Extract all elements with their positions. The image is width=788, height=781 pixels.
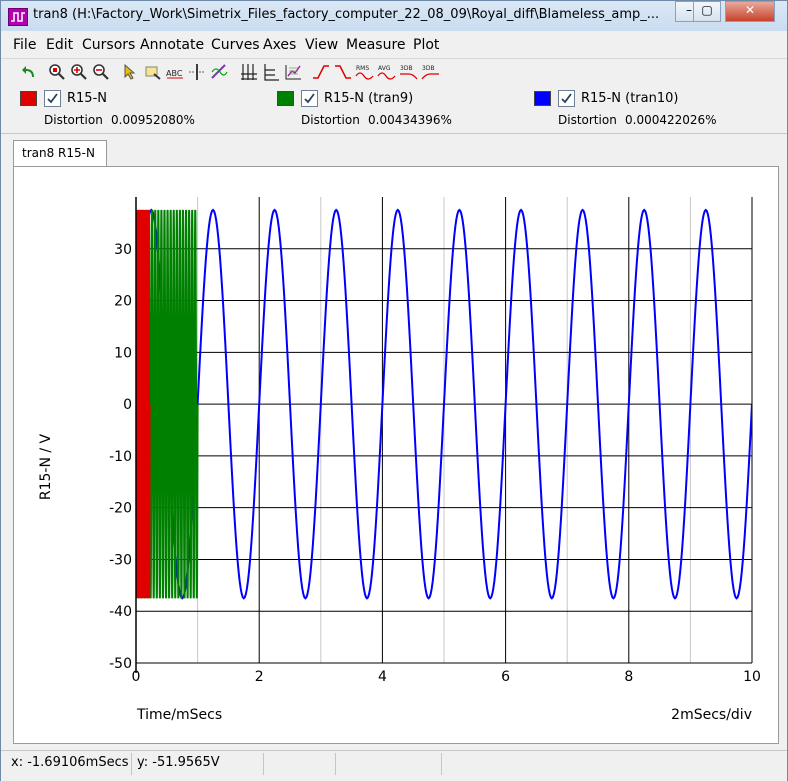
tab-label: tran8 R15-N — [22, 146, 95, 160]
grid-lines — [136, 197, 753, 664]
axes-icon[interactable] — [261, 62, 281, 82]
menu-bar: File Edit Cursors Annotate Curves Axes V… — [1, 34, 787, 56]
y-tick-label: -50 — [109, 656, 132, 672]
legend-measure-label-1: Distortion — [301, 113, 360, 127]
legend-measure-label-0: Distortion — [44, 113, 103, 127]
label-icon[interactable]: ABC — [165, 62, 185, 82]
y-tick-label: -30 — [109, 552, 132, 568]
series-line-0 — [136, 209, 151, 599]
cursor-align-icon[interactable] — [187, 62, 207, 82]
menu-curves[interactable]: Curves — [211, 37, 260, 53]
legend-name-1: R15-N (tran9) — [324, 91, 414, 106]
menu-plot[interactable]: Plot — [413, 37, 439, 53]
menu-cursors[interactable]: Cursors — [82, 37, 135, 53]
status-divider — [441, 753, 442, 775]
y-tick-label: -20 — [109, 501, 132, 517]
status-bar: x: -1.69106mSecs y: -51.9565V — [1, 750, 787, 781]
legend-checkbox-2[interactable] — [558, 90, 575, 107]
x-tick-label: 2 — [255, 669, 264, 685]
x-tick-label: 8 — [624, 669, 633, 685]
toolbar: ABC RMS AVG 3DB 3DB — [1, 58, 787, 85]
legend-measure-value-0: 0.00952080% — [111, 113, 195, 127]
avg-text: AVG — [378, 65, 391, 72]
fall-icon[interactable] — [333, 62, 353, 82]
legend-swatch-1[interactable] — [277, 91, 294, 106]
x-tick-label: 4 — [378, 669, 387, 685]
x-scale-note: 2mSecs/div — [671, 707, 752, 723]
legend-checkbox-0[interactable] — [44, 90, 61, 107]
zoom-box-icon[interactable] — [47, 62, 67, 82]
plot-panel[interactable]: 0 2 4 6 8 10 -50 -40 -30 -20 -10 0 10 20 30 R15-N / V … — [13, 166, 779, 744]
status-divider — [335, 753, 336, 775]
y-axis-label: R15-N / V — [38, 433, 54, 500]
menu-view[interactable]: View — [305, 37, 338, 53]
annotate-icon[interactable] — [143, 62, 163, 82]
close-button[interactable]: ✕ — [725, 1, 775, 22]
legend-area: R15-N Distortion 0.00952080% R15-N (tran… — [1, 85, 787, 134]
menu-measure[interactable]: Measure — [346, 37, 406, 53]
y-tick-label: 20 — [114, 294, 132, 310]
x-tick-label: 0 — [132, 669, 141, 685]
y-tick-label: -10 — [109, 449, 132, 465]
3db-text-1: 3DB — [400, 65, 413, 72]
y-tick-label: -40 — [109, 604, 132, 620]
waveform-chart[interactable]: 0 2 4 6 8 10-50-40-30-20-100102030 R15-N / V … — [14, 167, 778, 743]
measure-icon[interactable] — [209, 62, 229, 82]
y-tick-label: 10 — [114, 345, 132, 361]
rms-icon[interactable]: RMS — [355, 62, 375, 82]
undo-icon[interactable] — [19, 62, 39, 82]
zoom-in-icon[interactable] — [69, 62, 89, 82]
menu-axes[interactable]: Axes — [263, 37, 296, 53]
legend-swatch-0[interactable] — [20, 91, 37, 106]
app-window: tran8 (H:\Factory_Work\Simetrix_Files_fa… — [0, 0, 788, 781]
y-tick-label: 0 — [123, 397, 132, 413]
avg-icon[interactable]: AVG — [377, 62, 397, 82]
legend-name-2: R15-N (tran10) — [581, 91, 679, 106]
legend-measure-value-1: 0.00434396% — [368, 113, 452, 127]
legend-measure-label-2: Distortion — [558, 113, 617, 127]
plot-edit-icon[interactable] — [283, 62, 303, 82]
status-divider — [131, 753, 132, 775]
svg-text:ABC: ABC — [166, 69, 183, 78]
window-title: tran8 (H:\Factory_Work\Simetrix_Files_fa… — [33, 7, 660, 22]
grid-icon[interactable] — [239, 62, 259, 82]
zoom-out-icon[interactable] — [91, 62, 111, 82]
menu-file[interactable]: File — [13, 37, 36, 53]
rise-icon[interactable] — [311, 62, 331, 82]
3db-low-icon[interactable]: 3DB — [421, 62, 441, 82]
x-axis-label: Time/mSecs — [136, 707, 222, 723]
rms-text: RMS — [356, 65, 369, 72]
legend-measure-value-2: 0.000422026% — [625, 113, 717, 127]
menu-edit[interactable]: Edit — [46, 37, 73, 53]
status-x-readout: x: -1.69106mSecs — [11, 755, 129, 770]
maximize-button[interactable]: ▢ — [693, 1, 721, 22]
3db-high-icon[interactable]: 3DB — [399, 62, 419, 82]
y-tick-label: 30 — [114, 242, 132, 258]
menu-annotate[interactable]: Annotate — [140, 37, 204, 53]
legend-name-0: R15-N — [67, 91, 107, 106]
cursor-icon[interactable] — [121, 62, 141, 82]
x-tick-label: 10 — [743, 669, 761, 685]
status-y-readout: y: -51.9565V — [137, 755, 220, 770]
status-divider — [263, 753, 264, 775]
legend-swatch-2[interactable] — [534, 91, 551, 106]
simetrix-app-icon — [8, 8, 28, 26]
tab-tran8-r15n[interactable]: tran8 R15-N — [13, 140, 107, 167]
3db-text-2: 3DB — [422, 65, 435, 72]
x-tick-label: 6 — [501, 669, 510, 685]
title-bar[interactable]: tran8 (H:\Factory_Work\Simetrix_Files_fa… — [1, 1, 787, 31]
legend-checkbox-1[interactable] — [301, 90, 318, 107]
